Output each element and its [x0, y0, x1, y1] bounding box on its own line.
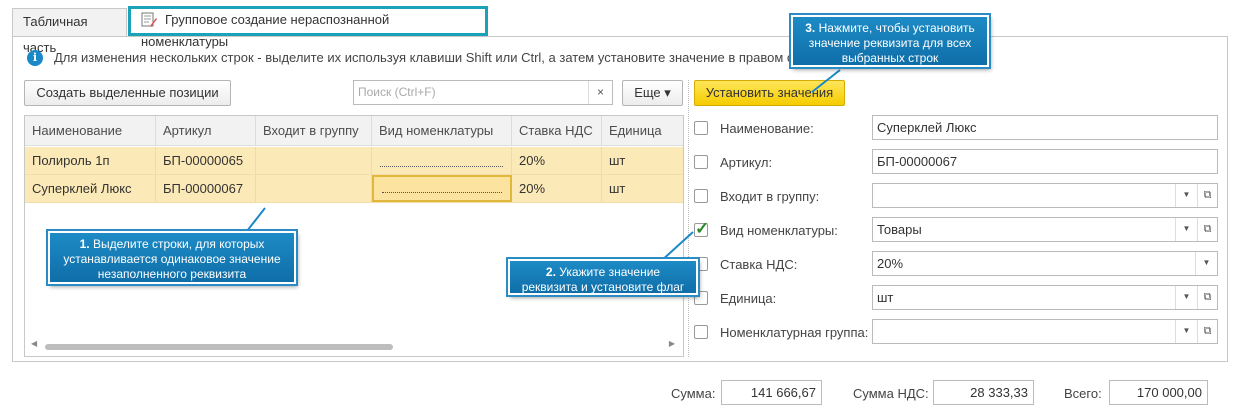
callout-step-1: 1. Выделите строки, для которых устанавл…: [46, 229, 298, 286]
callout-1-text: Выделите строки, для которых устанавлива…: [63, 237, 281, 281]
callout-3-text: Нажмите, чтобы установить значение рекви…: [808, 21, 975, 65]
callout-step-2: 2. Укажите значение реквизита и установи…: [506, 257, 700, 297]
callout-1-number: 1.: [79, 237, 90, 251]
callout-3-number: 3.: [805, 21, 816, 35]
callout-connectors: [239, 69, 841, 263]
callout-step-3: 3. Нажмите, чтобы установить значение ре…: [789, 13, 991, 69]
callout-2-number: 2.: [545, 265, 556, 279]
